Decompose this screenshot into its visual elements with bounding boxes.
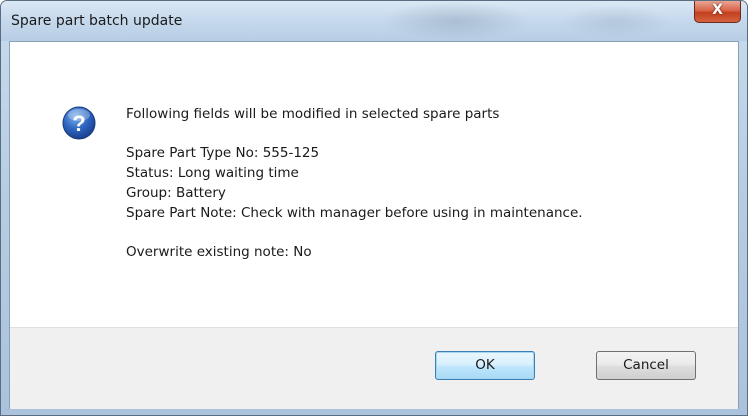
close-icon: X — [712, 2, 723, 18]
field-spare-part-type-no: Spare Part Type No: 555-125 — [126, 145, 320, 161]
message-text: Following fields will be modified in sel… — [126, 104, 583, 262]
title-bar[interactable]: Spare part batch update X — [1, 1, 747, 41]
titlebar-glass-reflection-2 — [561, 5, 671, 39]
titlebar-glass-reflection — [381, 1, 531, 41]
field-group: Group: Battery — [126, 185, 226, 201]
ok-button[interactable]: OK — [435, 351, 535, 380]
window-title: Spare part batch update — [11, 13, 183, 29]
message-heading: Following fields will be modified in sel… — [126, 106, 500, 122]
overwrite-note-text: Overwrite existing note: No — [126, 244, 312, 260]
button-bar: OK Cancel — [10, 327, 738, 409]
dialog-client-area: ? Following fields will be modified in s… — [9, 41, 739, 409]
field-spare-part-note: Spare Part Note: Check with manager befo… — [126, 205, 583, 221]
dialog-window: Spare part batch update X ? Following fi… — [0, 0, 748, 416]
cancel-button[interactable]: Cancel — [596, 351, 696, 380]
close-button[interactable]: X — [694, 1, 741, 23]
message-area: ? Following fields will be modified in s… — [10, 42, 738, 327]
svg-text:?: ? — [72, 111, 85, 136]
field-status: Status: Long waiting time — [126, 165, 299, 181]
question-icon: ? — [62, 106, 96, 140]
